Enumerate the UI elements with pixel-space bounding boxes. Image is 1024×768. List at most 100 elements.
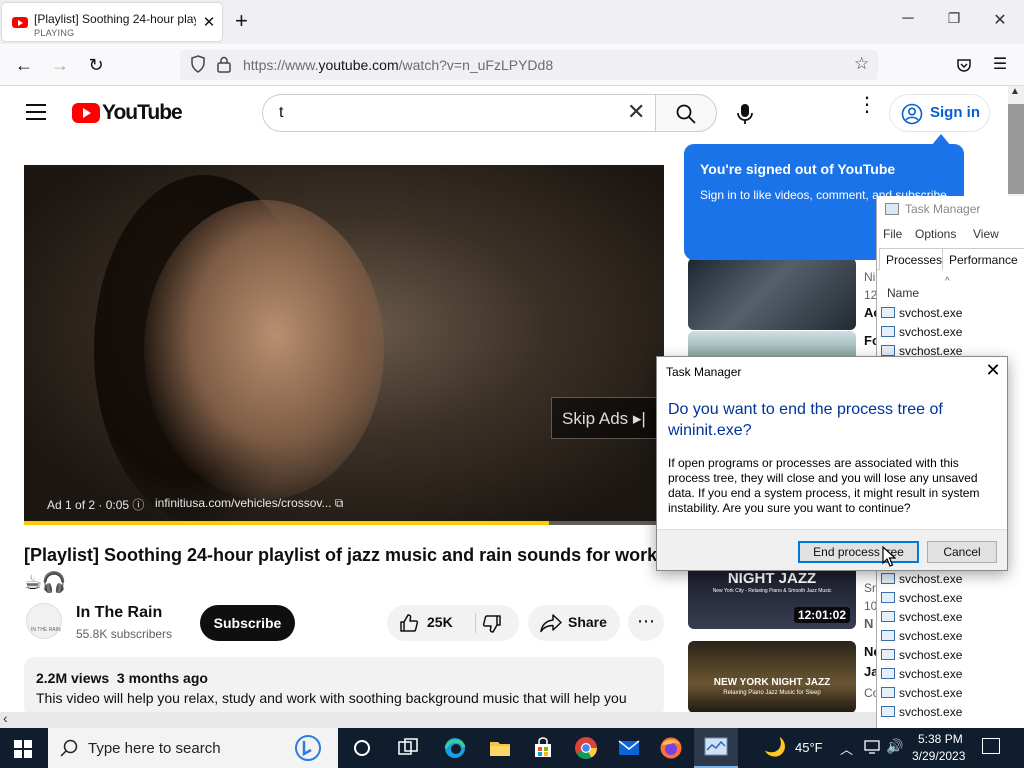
window-minimize-icon[interactable]: ─: [898, 10, 918, 28]
process-row[interactable]: svchost.exe: [881, 667, 962, 686]
scroll-up-arrow-icon[interactable]: ▲: [1010, 86, 1020, 97]
url-bar[interactable]: https://www.youtube.com/watch?v=n_uFzLPY…: [180, 50, 878, 80]
thumbs-up-icon[interactable]: [399, 613, 419, 633]
scroll-left-arrow-icon[interactable]: ‹: [3, 710, 8, 726]
external-link-icon: ⧉: [334, 496, 344, 510]
description-text: This video will help you relax, study an…: [36, 690, 627, 706]
thumb-4-sub: Relaxing Piano Jazz Music for Sleep: [723, 690, 821, 696]
info-icon[interactable]: ⓘ: [132, 498, 144, 512]
url-text[interactable]: https://www.youtube.com/watch?v=n_uFzLPY…: [243, 57, 553, 73]
file-explorer-icon[interactable]: [488, 736, 512, 760]
store-icon[interactable]: [531, 736, 555, 760]
firefox-icon[interactable]: [659, 736, 683, 760]
window-restore-icon[interactable]: ❐: [944, 10, 964, 27]
forward-arrow-icon[interactable]: →: [47, 52, 73, 78]
menu-view[interactable]: View: [973, 227, 999, 241]
windows-start-icon[interactable]: [14, 740, 32, 758]
edge-icon[interactable]: [443, 736, 467, 760]
volume-icon[interactable]: 🔊: [886, 738, 903, 755]
share-label: Share: [568, 614, 607, 630]
task-view-icon[interactable]: [396, 736, 420, 760]
thumbs-down-icon[interactable]: [482, 614, 502, 634]
skip-ads-button[interactable]: Skip Ads ▸|: [551, 397, 657, 439]
pocket-icon[interactable]: [956, 57, 972, 73]
horizontal-scrollbar[interactable]: [0, 712, 878, 728]
taskbar-search-placeholder[interactable]: Type here to search: [88, 740, 221, 757]
process-row[interactable]: svchost.exe: [881, 705, 962, 724]
reload-icon[interactable]: ↻: [83, 52, 109, 78]
process-row[interactable]: svchost.exe: [881, 572, 962, 591]
share-button[interactable]: Share: [528, 605, 620, 641]
process-row[interactable]: svchost.exe: [881, 629, 962, 648]
clock-date[interactable]: 3/29/2023: [912, 749, 965, 763]
process-name: svchost.exe: [899, 572, 963, 586]
lock-icon[interactable]: [217, 56, 231, 73]
process-row[interactable]: svchost.exe: [881, 610, 962, 629]
recommended-title-3[interactable]: N: [864, 616, 873, 631]
tooltip-title: You're signed out of YouTube: [700, 161, 896, 177]
more-actions-icon[interactable]: ⋯: [628, 605, 664, 641]
channel-avatar[interactable]: IN THE RAIN: [26, 603, 62, 639]
dialog-close-icon[interactable]: ✕: [983, 360, 1003, 381]
weather-moon-icon[interactable]: 🌙: [764, 737, 786, 758]
end-process-tree-button[interactable]: End process tree: [798, 541, 919, 563]
clock-time[interactable]: 5:38 PM: [918, 732, 963, 746]
tab-processes[interactable]: Processes: [879, 248, 950, 270]
tab-performance[interactable]: Performance: [942, 248, 1024, 270]
settings-kebab-icon[interactable]: ⋮: [857, 95, 877, 115]
sign-in-button[interactable]: Sign in: [889, 94, 990, 132]
tracking-shield-icon[interactable]: [190, 55, 206, 73]
description-box[interactable]: 2.2M views 3 months ago This video will …: [24, 657, 664, 717]
process-name: svchost.exe: [899, 610, 963, 624]
process-icon: [881, 706, 895, 717]
task-manager-titlebar[interactable]: Task Manager: [877, 196, 1024, 222]
show-hidden-icons-chevron-icon[interactable]: ︿: [840, 739, 853, 758]
browser-tab-active[interactable]: [Playlist] Soothing 24-hour playlist of …: [2, 3, 222, 41]
search-input-value[interactable]: t: [279, 104, 283, 122]
youtube-wordmark[interactable]: YouTube: [102, 101, 183, 125]
ad-info-text: Ad 1 of 2 · 0:05 ⓘ: [47, 498, 145, 512]
microphone-icon[interactable]: [736, 103, 754, 125]
app-menu-icon[interactable]: ☰: [987, 52, 1013, 78]
cortana-icon[interactable]: [350, 736, 374, 760]
cancel-button[interactable]: Cancel: [927, 541, 997, 563]
process-row[interactable]: svchost.exe: [881, 591, 962, 610]
process-row[interactable]: svchost.exe: [881, 648, 962, 667]
notification-center-icon[interactable]: [982, 738, 1000, 754]
channel-name[interactable]: In The Rain: [76, 604, 162, 622]
ad-link[interactable]: infinitiusa.com/vehicles/crossov... ⧉: [155, 496, 343, 511]
menu-file[interactable]: File: [883, 227, 902, 241]
network-icon[interactable]: [864, 740, 880, 754]
taskbar-task-manager-active[interactable]: [694, 728, 738, 768]
vertical-scroll-thumb[interactable]: [1008, 104, 1024, 194]
process-row[interactable]: svchost.exe: [881, 686, 962, 705]
taskbar-search-box[interactable]: Type here to search: [48, 728, 338, 768]
search-input[interactable]: t ✕: [262, 94, 656, 132]
mail-icon[interactable]: [617, 736, 641, 760]
column-header-name[interactable]: Name: [887, 286, 919, 300]
process-row[interactable]: svchost.exe: [881, 306, 962, 325]
youtube-logo-icon[interactable]: [72, 103, 100, 123]
menu-options[interactable]: Options: [915, 227, 956, 241]
process-row[interactable]: svchost.exe: [881, 325, 962, 344]
window-close-icon[interactable]: ✕: [990, 10, 1010, 30]
video-player[interactable]: [24, 165, 664, 525]
recommended-thumbnail-1[interactable]: [688, 258, 856, 330]
guide-menu-icon[interactable]: [26, 104, 46, 120]
end-process-dialog[interactable]: Task Manager ✕ Do you want to end the pr…: [656, 356, 1008, 571]
chrome-icon[interactable]: [574, 736, 598, 760]
bing-icon[interactable]: [294, 734, 322, 762]
weather-temperature[interactable]: 45°F: [795, 740, 823, 755]
back-arrow-icon[interactable]: ←: [11, 52, 37, 78]
tab-close-icon[interactable]: ✕: [201, 13, 217, 31]
process-icon: [881, 611, 895, 622]
subscribe-button[interactable]: Subscribe: [200, 605, 295, 641]
new-tab-plus-icon[interactable]: +: [235, 9, 248, 33]
clear-search-icon[interactable]: ✕: [627, 99, 645, 125]
ad-progress-bar[interactable]: [24, 521, 664, 525]
bookmark-star-icon[interactable]: ☆: [854, 54, 869, 74]
search-button[interactable]: [655, 94, 717, 132]
recommended-thumbnail-3[interactable]: NIGHT JAZZ New York City - Relaxing Pian…: [688, 569, 856, 629]
recommended-thumbnail-4[interactable]: NEW YORK NIGHT JAZZ Relaxing Piano Jazz …: [688, 641, 856, 713]
like-count[interactable]: 25K: [427, 614, 453, 630]
